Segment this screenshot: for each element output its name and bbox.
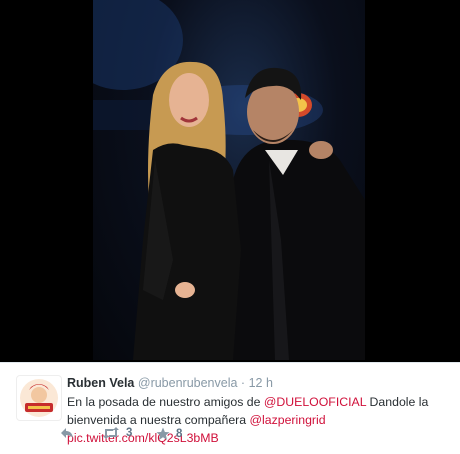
reply-button[interactable] [60, 427, 74, 439]
mention-lazperingrid[interactable]: @lazperingrid [250, 413, 326, 427]
retweet-button[interactable]: 3 [102, 427, 132, 439]
author-name[interactable]: Ruben Vela [67, 376, 134, 390]
tweet-header: Ruben Vela @rubenrubenvela · 12 h [67, 376, 273, 390]
author-handle[interactable]: @rubenrubenvela [138, 376, 238, 390]
photo-frame [0, 0, 460, 362]
favorite-button[interactable]: 8 [156, 427, 182, 441]
avatar-image [20, 379, 58, 417]
tweet-timestamp[interactable]: 12 h [249, 376, 273, 390]
star-icon [156, 427, 170, 440]
retweet-icon [103, 427, 119, 439]
tweet-card: Ruben Vela @rubenrubenvela · 12 h En la … [0, 362, 460, 454]
favorite-count: 8 [176, 428, 183, 440]
retweet-count: 3 [126, 427, 133, 439]
avatar[interactable] [16, 375, 62, 421]
photo-illustration [93, 0, 365, 360]
tweet-photo[interactable] [93, 0, 365, 360]
tweet-actions: 3 8 [60, 427, 260, 443]
reply-icon [61, 428, 73, 438]
mention-duelooficial[interactable]: @DUELOOFICIAL [264, 395, 366, 409]
header-separator: · [240, 376, 246, 390]
tweet-text-part1: En la posada de nuestro amigos de [67, 395, 264, 409]
